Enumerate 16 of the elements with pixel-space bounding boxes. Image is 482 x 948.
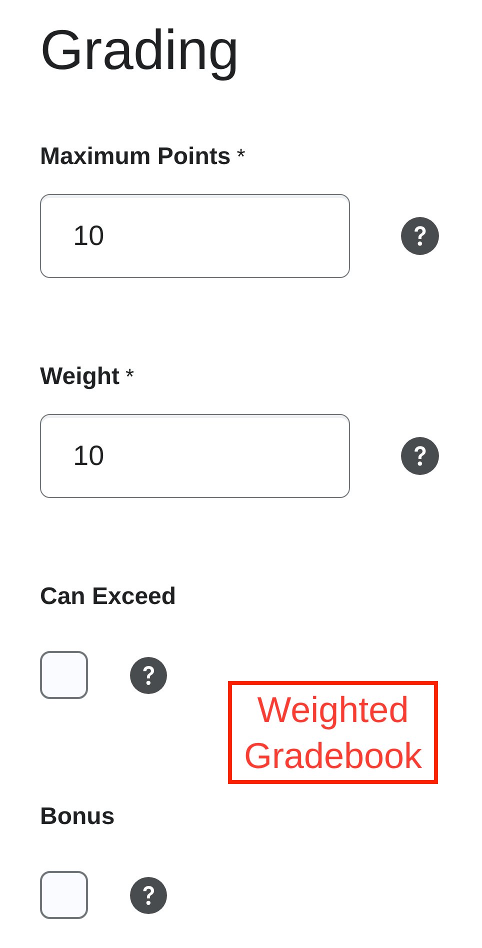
field-label: Maximum Points <box>40 142 231 172</box>
help-icon[interactable] <box>130 656 167 694</box>
help-icon[interactable] <box>401 217 439 255</box>
annotation-box: Weighted Gradebook <box>228 681 438 784</box>
number-field[interactable]: 10 <box>40 414 350 498</box>
required-mark: * <box>236 143 246 171</box>
number-field[interactable]: 10 <box>40 194 350 278</box>
help-icon[interactable] <box>130 876 167 914</box>
required-mark: * <box>126 363 134 391</box>
field-label: Can Exceed <box>40 582 176 612</box>
checkbox[interactable] <box>40 871 88 919</box>
help-icon[interactable] <box>401 437 439 475</box>
checkbox[interactable] <box>40 651 88 699</box>
field-label: Weight <box>40 362 120 392</box>
page-title: Grading <box>40 18 240 82</box>
field-label: Bonus <box>40 802 115 832</box>
